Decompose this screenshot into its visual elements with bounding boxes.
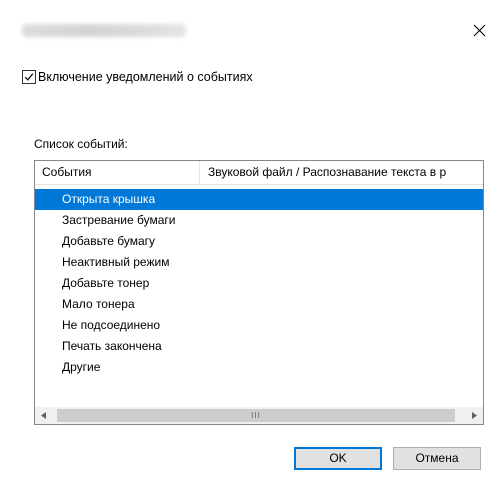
list-item[interactable]: Добавьте бумагу bbox=[35, 231, 483, 252]
scroll-thumb-grip: III bbox=[251, 410, 261, 420]
scroll-right-button[interactable] bbox=[466, 407, 483, 424]
list-item[interactable]: Мало тонера bbox=[35, 294, 483, 315]
scroll-left-button[interactable] bbox=[35, 407, 52, 424]
list-item[interactable]: Открыта крышка bbox=[35, 189, 483, 210]
list-item[interactable]: Застревание бумаги bbox=[35, 210, 483, 231]
list-item[interactable]: Добавьте тонер bbox=[35, 273, 483, 294]
list-item[interactable]: Неактивный режим bbox=[35, 252, 483, 273]
title-bar bbox=[0, 0, 499, 60]
close-button[interactable] bbox=[465, 16, 493, 44]
window-title-blurred bbox=[22, 24, 186, 37]
listview-header: События Звуковой файл / Распознавание те… bbox=[35, 161, 483, 185]
list-item[interactable]: Не подсоединено bbox=[35, 315, 483, 336]
enable-notifications-label: Включение уведомлений о событиях bbox=[38, 70, 253, 84]
scroll-thumb[interactable]: III bbox=[57, 409, 455, 422]
enable-notifications-checkbox[interactable] bbox=[22, 70, 36, 84]
list-item[interactable]: Печать закончена bbox=[35, 336, 483, 357]
events-listview[interactable]: События Звуковой файл / Распознавание те… bbox=[34, 160, 484, 425]
listview-items: Открыта крышка Застревание бумаги Добавь… bbox=[35, 189, 483, 378]
checkmark-icon bbox=[24, 73, 34, 81]
arrow-left-icon bbox=[41, 412, 46, 419]
close-icon bbox=[473, 24, 485, 36]
column-header-sound-file[interactable]: Звуковой файл / Распознавание текста в р bbox=[200, 161, 483, 184]
horizontal-scrollbar[interactable]: III bbox=[35, 407, 483, 424]
cancel-button[interactable]: Отмена bbox=[393, 447, 481, 470]
arrow-right-icon bbox=[472, 412, 477, 419]
column-header-events[interactable]: События bbox=[35, 161, 200, 184]
enable-notifications-row[interactable]: Включение уведомлений о событиях bbox=[22, 70, 253, 84]
ok-button[interactable]: OK bbox=[294, 447, 382, 470]
events-list-label: Список событий: bbox=[34, 137, 128, 151]
list-item[interactable]: Другие bbox=[35, 357, 483, 378]
